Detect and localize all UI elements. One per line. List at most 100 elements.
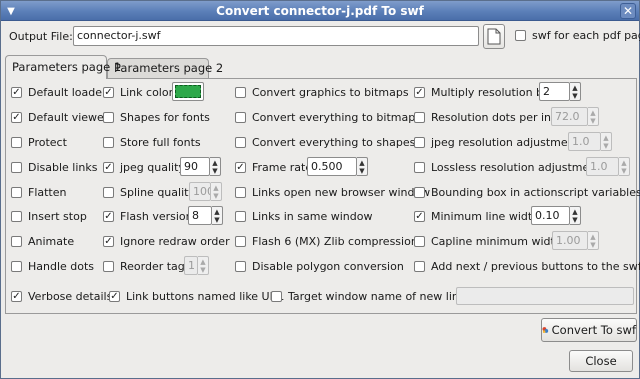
resolution-dots-per-inch-spinner[interactable]: ▲ ▼ xyxy=(588,107,599,126)
jpeg-quality-checkbox[interactable]: ✓ jpeg quality: xyxy=(103,161,188,174)
jpeg-quality-input[interactable]: 90 xyxy=(180,157,210,176)
spin-up-icon[interactable]: ▲ xyxy=(572,84,577,92)
checkbox-box xyxy=(11,162,22,173)
capline-minimum-width-spinner[interactable]: ▲ ▼ xyxy=(588,231,599,250)
jpeg-resolution-adjustment-spinner[interactable]: ▲ ▼ xyxy=(601,132,612,151)
swf-each-page-checkbox[interactable]: swf for each pdf page xyxy=(515,29,640,42)
default-viewer-label: Default viewer xyxy=(28,111,109,124)
lossless-resolution-adjustment-spinner[interactable]: ▲ ▼ xyxy=(619,157,630,176)
insert-stop-label: Insert stop xyxy=(28,210,87,223)
disable-polygon-conversion-checkbox[interactable]: Disable polygon conversion xyxy=(235,260,404,273)
convert-everything-to-shapes-checkbox[interactable]: Convert everything to shapes xyxy=(235,136,415,149)
link-color-checkbox[interactable]: ✓ Link color: xyxy=(103,86,177,99)
lossless-resolution-adjustment-input[interactable]: 1.0 xyxy=(586,157,619,176)
resolution-dots-per-inch-input[interactable]: 72.0 xyxy=(551,107,588,126)
spin-down-icon[interactable]: ▼ xyxy=(212,167,217,175)
flash-version-checkbox[interactable]: ✓ Flash version: xyxy=(103,210,196,223)
jpeg-resolution-adjustment-input[interactable]: 1.0 xyxy=(568,132,601,151)
checkbox-box xyxy=(11,211,22,222)
frame-rate-spinner[interactable]: ▲ ▼ xyxy=(357,157,368,176)
target-window-input[interactable] xyxy=(456,287,634,305)
flash-6-mx-zlib-compression-label: Flash 6 (MX) Zlib compression xyxy=(252,235,418,248)
spline-quality-spinner[interactable]: ▲ ▼ xyxy=(211,182,222,201)
spin-down-icon[interactable]: ▼ xyxy=(621,167,626,175)
multiply-resolution-by-input[interactable]: 2 xyxy=(539,82,570,101)
spin-down-icon[interactable]: ▼ xyxy=(359,167,364,175)
spin-up-icon[interactable]: ▲ xyxy=(621,159,626,167)
spin-up-icon[interactable]: ▲ xyxy=(214,208,219,216)
resolution-dots-per-inch-checkbox[interactable]: Resolution dots per inch: xyxy=(414,111,568,124)
handle-dots-checkbox[interactable]: Handle dots xyxy=(11,260,94,273)
flatten-checkbox[interactable]: Flatten xyxy=(11,186,67,199)
store-full-fonts-checkbox[interactable]: Store full fonts xyxy=(103,136,201,149)
default-loader-checkbox[interactable]: ✓ Default loader xyxy=(11,86,107,99)
checkbox-box xyxy=(414,162,425,173)
reorder-tags-checkbox[interactable]: Reorder tags: xyxy=(103,260,194,273)
spline-quality-input[interactable]: 100 xyxy=(189,182,211,201)
protect-checkbox[interactable]: Protect xyxy=(11,136,67,149)
add-next-previous-buttons-to-the-swf-checkbox[interactable]: Add next / previous buttons to the swf xyxy=(414,260,640,273)
multiply-resolution-by-spinner[interactable]: ▲ ▼ xyxy=(570,82,581,101)
output-file-input[interactable]: connector-j.swf xyxy=(73,26,479,46)
spin-up-icon[interactable]: ▲ xyxy=(572,208,577,216)
spin-up-icon[interactable]: ▲ xyxy=(359,159,364,167)
minimum-line-width-input[interactable]: 0.10 xyxy=(531,206,570,225)
convert-everything-to-bitmaps-checkbox[interactable]: Convert everything to bitmaps xyxy=(235,111,421,124)
minimum-line-width-checkbox[interactable]: ✓ Minimum line width: xyxy=(414,210,543,223)
jpeg-quality-spinner[interactable]: ▲ ▼ xyxy=(210,157,221,176)
spin-down-icon[interactable]: ▼ xyxy=(590,241,595,249)
convert-graphics-to-bitmaps-checkbox[interactable]: Convert graphics to bitmaps xyxy=(235,86,409,99)
ignore-redraw-order-checkbox[interactable]: ✓ Ignore redraw order xyxy=(103,235,230,248)
window-menu-icon[interactable]: ▼ xyxy=(4,4,18,18)
jpeg-resolution-adjustment-checkbox[interactable]: jpeg resolution adjustment: xyxy=(414,136,583,149)
spin-up-icon[interactable]: ▲ xyxy=(590,109,595,117)
default-loader-label: Default loader xyxy=(28,86,107,99)
links-open-new-browser-window-checkbox[interactable]: Links open new browser window xyxy=(235,186,430,199)
spin-down-icon[interactable]: ▼ xyxy=(603,142,608,150)
multiply-resolution-by-checkbox[interactable]: ✓ Multiply resolution by: xyxy=(414,86,552,99)
spin-down-icon[interactable]: ▼ xyxy=(572,92,577,100)
disable-links-label: Disable links xyxy=(28,161,98,174)
animate-checkbox[interactable]: Animate xyxy=(11,235,74,248)
reorder-tags-spinner[interactable]: ▲ ▼ xyxy=(198,256,209,275)
target-window-checkbox[interactable]: Target window name of new links: xyxy=(271,290,475,303)
verbose-details-checkbox[interactable]: ✓ Verbose details xyxy=(11,290,112,303)
flash-version-input[interactable]: 8 xyxy=(188,206,212,225)
spin-down-icon[interactable]: ▼ xyxy=(214,216,219,224)
lossless-resolution-adjustment-checkbox[interactable]: Lossless resolution adjustment: xyxy=(414,161,604,174)
disable-links-checkbox[interactable]: Disable links xyxy=(11,161,98,174)
spin-down-icon[interactable]: ▼ xyxy=(590,117,595,125)
spin-up-icon[interactable]: ▲ xyxy=(213,184,218,192)
close-button[interactable]: Close xyxy=(569,350,633,372)
convert-to-swf-button[interactable]: Convert To swf xyxy=(541,318,637,342)
tab-parameters-page-2[interactable]: Parameters page 2 xyxy=(107,58,223,78)
shapes-for-fonts-checkbox[interactable]: Shapes for fonts xyxy=(103,111,210,124)
insert-stop-checkbox[interactable]: Insert stop xyxy=(11,210,87,223)
spin-down-icon[interactable]: ▼ xyxy=(213,192,218,200)
ignore-redraw-order-label: Ignore redraw order xyxy=(120,235,230,248)
spin-up-icon[interactable]: ▲ xyxy=(603,134,608,142)
frame-rate-input[interactable]: 0.500 xyxy=(307,157,357,176)
capline-minimum-width-checkbox[interactable]: Capline minimum width: xyxy=(414,235,565,248)
spin-up-icon[interactable]: ▲ xyxy=(200,258,205,266)
bounding-box-in-actionscript-variables-checkbox[interactable]: Bounding box in actionscript variables xyxy=(414,186,640,199)
tab-parameters-page-1[interactable]: Parameters page 1 xyxy=(5,55,121,79)
flash-version-spinner[interactable]: ▲ ▼ xyxy=(212,206,223,225)
links-in-same-window-checkbox[interactable]: Links in same window xyxy=(235,210,372,223)
frame-rate-checkbox[interactable]: ✓ Frame rate: xyxy=(235,161,316,174)
spin-down-icon[interactable]: ▼ xyxy=(572,216,577,224)
flash-6-mx-zlib-compression-checkbox[interactable]: Flash 6 (MX) Zlib compression xyxy=(235,235,418,248)
browse-file-button[interactable] xyxy=(483,24,505,49)
spin-up-icon[interactable]: ▲ xyxy=(590,233,595,241)
capline-minimum-width-input[interactable]: 1.00 xyxy=(552,231,588,250)
convert-icon xyxy=(542,327,549,333)
window-close-icon[interactable]: ✕ xyxy=(620,3,636,19)
spin-up-icon[interactable]: ▲ xyxy=(212,159,217,167)
minimum-line-width-spinner[interactable]: ▲ ▼ xyxy=(570,206,581,225)
link-buttons-url-checkbox[interactable]: ✓ Link buttons named like URL xyxy=(109,290,283,303)
link-color-swatch[interactable] xyxy=(172,82,204,101)
spline-quality-checkbox[interactable]: Spline quality: xyxy=(103,186,198,199)
reorder-tags-input[interactable]: 1 xyxy=(184,256,198,275)
spin-down-icon[interactable]: ▼ xyxy=(200,266,205,274)
default-viewer-checkbox[interactable]: ✓ Default viewer xyxy=(11,111,108,124)
